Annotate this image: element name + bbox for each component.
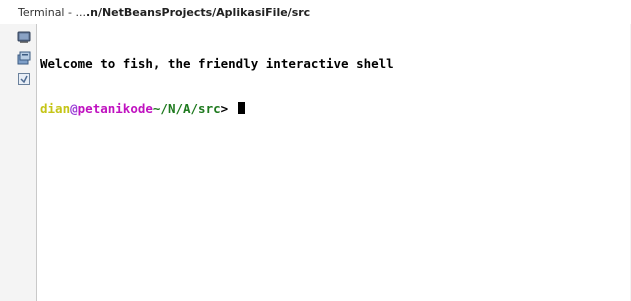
window-title-prefix: Terminal - ... xyxy=(18,5,86,19)
prompt-line[interactable]: dian@petanikode~/N/A/src> xyxy=(40,101,627,116)
welcome-line: Welcome to fish, the friendly interactiv… xyxy=(40,56,394,71)
terminal-icon[interactable] xyxy=(17,30,31,44)
clear-icon[interactable] xyxy=(17,72,31,86)
terminal-output[interactable]: Welcome to fish, the friendly interactiv… xyxy=(40,26,627,297)
prompt-host: petanikode xyxy=(77,101,153,116)
prompt-cwd: ~/N/A/src xyxy=(152,101,221,116)
new-tab-icon[interactable] xyxy=(17,51,31,65)
terminal-side-toolbar xyxy=(12,26,36,300)
prompt-at: @ xyxy=(70,101,78,116)
window-title-bar: Terminal - ... .n/NetBeansProjects/Aplika… xyxy=(0,0,631,24)
terminal-window: Terminal - ... .n/NetBeansProjects/Aplika… xyxy=(0,0,631,301)
prompt-symbol: > xyxy=(220,101,229,116)
prompt-user: dian xyxy=(40,101,71,116)
text-cursor xyxy=(237,102,245,114)
window-title-path: .n/NetBeansProjects/AplikasiFile/src xyxy=(85,5,311,19)
